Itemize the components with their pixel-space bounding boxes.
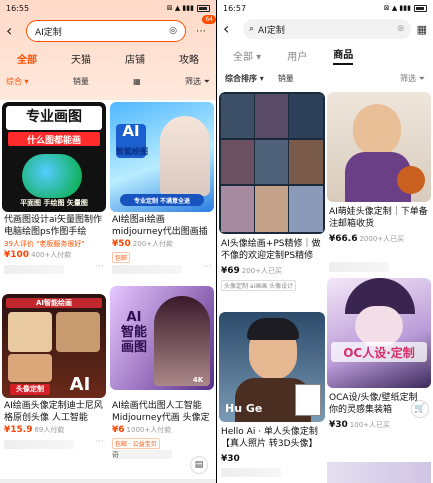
search-query: AI定制 (258, 25, 285, 36)
tab-users[interactable]: 用户 (287, 48, 307, 63)
more-dots-icon[interactable]: ··· (95, 437, 104, 447)
product-price: ¥50 200+人付款 (112, 239, 174, 249)
status-bar: 16:57 ⊠ ▲ ▮▮▮ (217, 0, 433, 16)
product-image: AI智能绘画 AI 头像定制 (2, 294, 106, 398)
product-tags: 头像定制 ai画画 头像设计 (221, 280, 297, 291)
product-price: ¥30 100+人已买 (329, 420, 391, 430)
left-header: 16:55 ⊠ ▲ ▮▮▮ ‹ AI定制 ◎ ⋯ 64 全部 天猫 店铺 攻略 综… (0, 0, 216, 100)
product-card[interactable]: Hu Ge Hello Ai · 单人头像定制【真人照片 转3D头像】 ¥30 (219, 312, 325, 483)
more-icon[interactable]: ⋯ 64 (192, 15, 216, 40)
battery-icon (197, 4, 210, 12)
funnel-icon: ⏷ (418, 73, 425, 83)
shop-name: 奇 (112, 450, 172, 459)
tab-tmall[interactable]: 天猫 (71, 51, 91, 66)
product-title: AI萌娃头像定制｜下单备注邮箱收货 (329, 207, 428, 229)
left-screen: 16:55 ⊠ ▲ ▮▮▮ ‹ AI定制 ◎ ⋯ 64 全部 天猫 店铺 攻略 综… (0, 0, 216, 483)
back-icon[interactable]: ‹ (6, 23, 20, 39)
shipping-tag: 包邮 (112, 252, 131, 263)
shop-name (329, 262, 389, 272)
product-title: 代画图设计ai矢量图制作电脑绘图ps作图手绘 (4, 215, 103, 237)
shop-name (112, 265, 182, 274)
product-card[interactable]: AI 智能绘图 专业定制 不满意全退 AI绘图ai绘画midjourney代出图… (110, 102, 214, 292)
tab-products[interactable]: 商品 (333, 46, 354, 65)
product-title: Hello Ai · 单人头像定制【真人照片 转3D头像】 (221, 427, 318, 449)
battery-icon (414, 4, 427, 12)
filter-button[interactable]: 筛选 (400, 74, 416, 83)
shop-name (4, 265, 64, 274)
right-tabs: 全部 ▾ 用户 商品 (217, 42, 433, 68)
sort-dropdown[interactable]: 综合 ▾ (6, 76, 29, 87)
search-input[interactable]: ⌕ AI定制 ⊗ (243, 19, 411, 39)
product-price: ¥30 (221, 454, 240, 464)
sales-filter[interactable]: 销量 (73, 76, 89, 87)
product-image-text: 专业画图 (26, 109, 82, 125)
layout-icon[interactable]: ▦ (133, 77, 141, 86)
status-icons: ⊠ ▲ ▮▮▮ (166, 4, 194, 12)
filter-bar: 综合 ▾ 销量 ▦ 筛选 ⏷ (0, 70, 216, 92)
product-image (327, 92, 431, 202)
message-badge: 64 (202, 15, 216, 24)
funnel-icon: ⏷ (203, 76, 210, 86)
product-image: Hu Ge (219, 312, 325, 422)
sort-dropdown[interactable]: 综合排序 ▾ (225, 73, 264, 84)
back-icon[interactable]: ‹ (223, 21, 237, 37)
product-price: ¥6 1000+人付款 (112, 425, 172, 435)
search-query: AI定制 (35, 27, 62, 38)
product-price: ¥100 400+人付款 (4, 250, 72, 260)
clear-icon[interactable]: ⊗ (397, 24, 405, 34)
product-card[interactable]: AI智能绘画 AI 头像定制 AI绘画头像定制迪士尼风格原创头像 人工智能 ¥1… (2, 294, 106, 480)
product-card[interactable]: 专业画图 什么图都能画 平面图 手绘图 矢量图 代画图设计ai矢量图制作电脑绘图… (2, 102, 106, 292)
next-card-preview (327, 462, 431, 483)
product-image-sub: 专业定制 不满意全退 (133, 198, 191, 205)
shipping-tag: 包邮 · 公益宝贝 (112, 438, 160, 449)
product-image-sub: 平面图 手绘图 矢量图 (20, 199, 88, 207)
product-image: AI 智能绘图 专业定制 不满意全退 (110, 102, 214, 212)
product-image (219, 92, 325, 234)
tab-guide[interactable]: 攻略 (179, 51, 199, 66)
shop-name (221, 468, 281, 477)
product-title: AI绘画头像定制迪士尼风格原创头像 人工智能 (4, 401, 103, 423)
status-icons: ⊠ ▲ ▮▮▮ (383, 4, 411, 12)
product-price: ¥69 200+人已买 (221, 266, 283, 276)
tab-all[interactable]: 全部 (17, 51, 37, 66)
search-input[interactable]: AI定制 ◎ (26, 20, 186, 42)
product-title: AI绘图ai绘画midjourney代出图画插画头像S (112, 215, 208, 237)
product-card[interactable]: AI萌娃头像定制｜下单备注邮箱收货 ¥66.6 2000+人已买 (327, 92, 431, 262)
product-card[interactable]: OC人设·定制 OCA设/头像/壁纸定制 你的灵感集装箱 ¥30 100+人已买 (327, 278, 431, 448)
product-title: AI头像绘画+PS精修｜做不像的欢迎定制PS精修 (221, 239, 321, 261)
tab-shop[interactable]: 店铺 (125, 51, 145, 66)
filter-bar: 综合排序 ▾ 销量 筛选 ⏷ (217, 68, 433, 88)
product-title: AI绘画代出图人工智能Midjourney代画 头像定 (112, 401, 210, 423)
tab-all[interactable]: 全部 ▾ (233, 48, 261, 63)
product-image: 专业画图 什么图都能画 平面图 手绘图 矢量图 (2, 102, 106, 212)
left-tabs: 全部 天猫 店铺 攻略 (0, 46, 216, 70)
more-dots-icon[interactable]: ··· (203, 262, 212, 272)
status-time: 16:57 (223, 3, 247, 13)
product-image: AI 智能 画图 4K (110, 286, 214, 390)
shop-name (4, 440, 74, 449)
product-image: OC人设·定制 (327, 278, 431, 388)
status-bar: 16:55 ⊠ ▲ ▮▮▮ (0, 0, 216, 16)
product-image-sub: 头像定制 (16, 385, 44, 393)
search-icon: ⌕ (249, 24, 255, 34)
filter-button[interactable]: 筛选 (185, 77, 201, 86)
grid-view-icon[interactable]: ▦ (417, 23, 427, 36)
cart-float-button[interactable]: ▤ (190, 456, 208, 474)
review-text: 39人评价 "老板服务很好" (4, 240, 85, 248)
sales-filter[interactable]: 销量 (278, 73, 294, 84)
product-image-text: Hu Ge (225, 402, 263, 415)
product-image-sub: 4K (192, 376, 204, 384)
status-time: 16:55 (6, 3, 30, 13)
right-screen: 16:57 ⊠ ▲ ▮▮▮ ‹ ⌕ AI定制 ⊗ ▦ 全部 ▾ 用户 商品 综合… (217, 0, 433, 483)
product-price: ¥66.6 2000+人已买 (329, 234, 405, 244)
product-card[interactable]: AI 智能 画图 4K AI绘画代出图人工智能Midjourney代画 头像定 … (110, 286, 214, 480)
more-dots-icon[interactable]: ··· (95, 262, 104, 272)
product-card[interactable]: AI头像绘画+PS精修｜做不像的欢迎定制PS精修 ¥69 200+人已买 头像定制… (219, 92, 325, 292)
camera-icon[interactable]: ◎ (169, 26, 177, 36)
product-price: ¥15.9 69人付款 (4, 425, 65, 435)
cart-float-button[interactable]: 🛒 (411, 400, 429, 418)
product-image-text: OC人设·定制 (343, 346, 415, 360)
